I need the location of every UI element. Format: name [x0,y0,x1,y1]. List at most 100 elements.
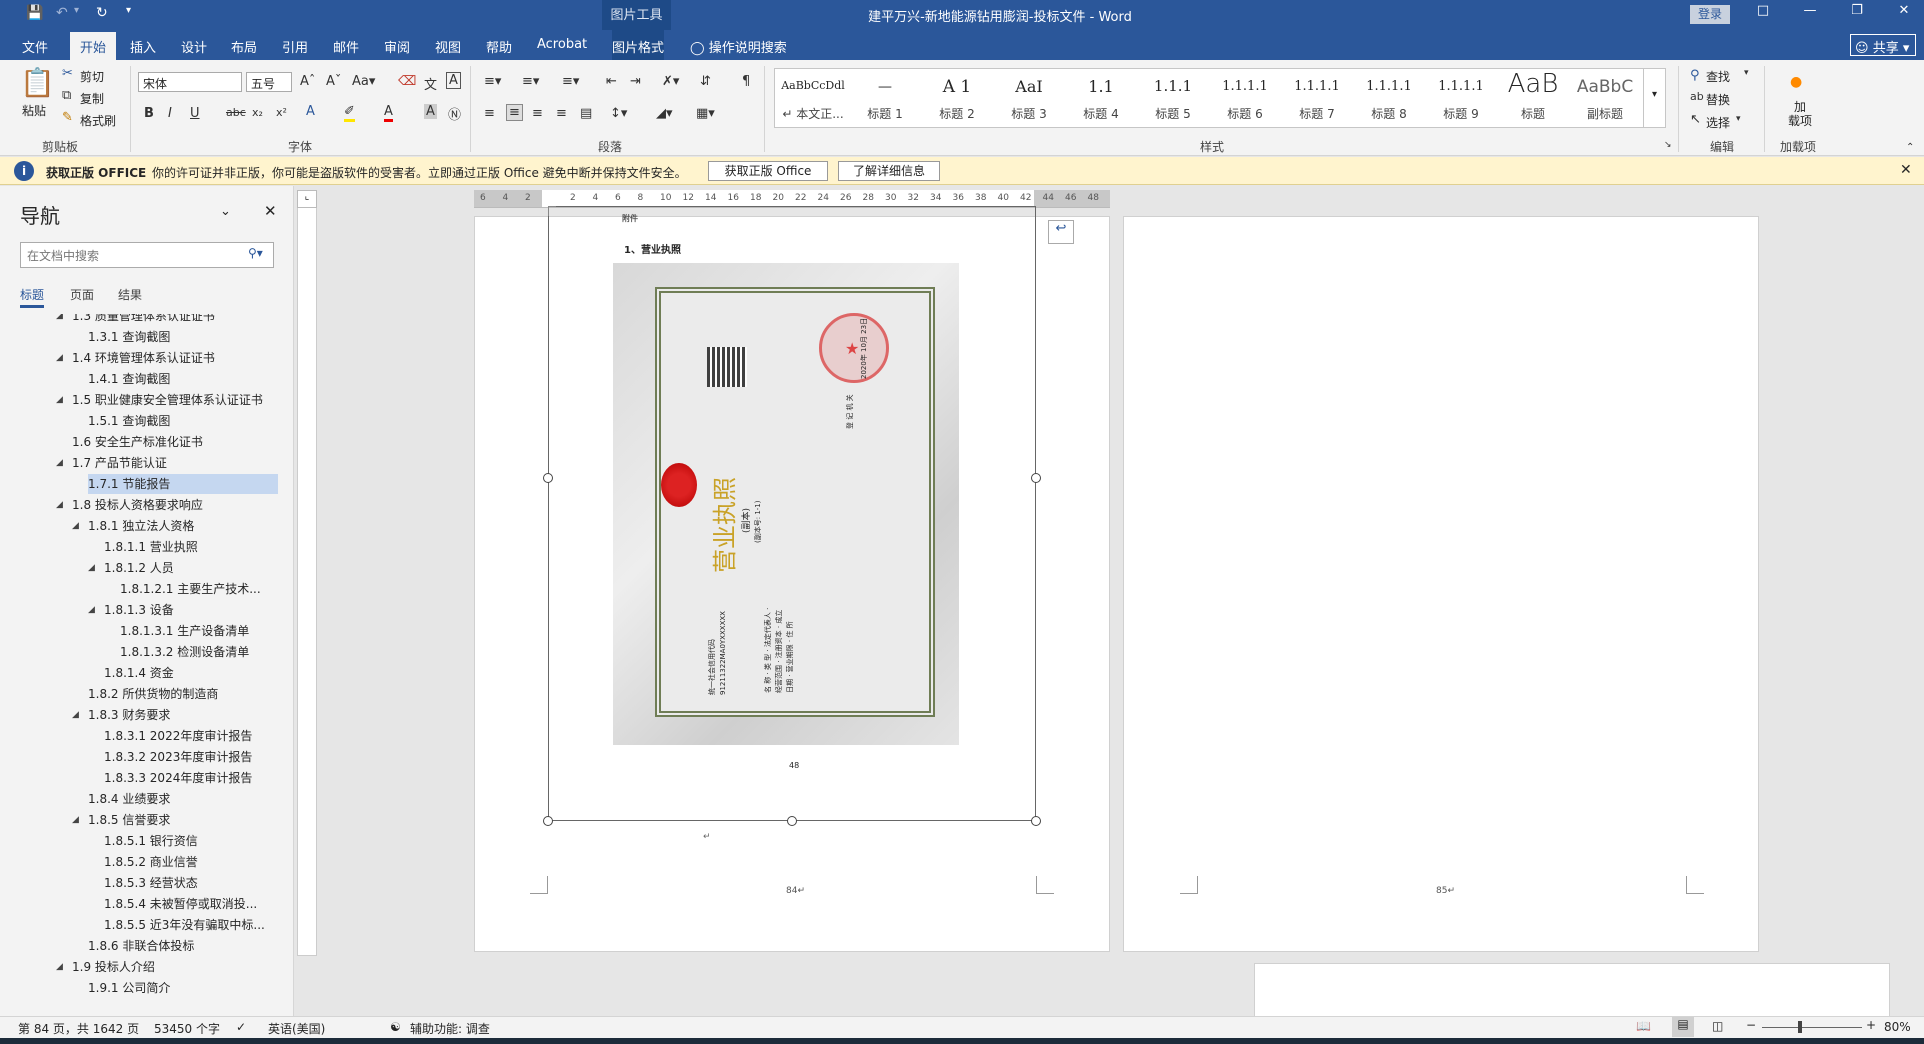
nav-heading-item[interactable]: 1.4.1 查询截图 [88,369,278,389]
tab-layout[interactable]: 布局 [231,37,257,56]
nav-heading-item[interactable]: 1.8.5.1 银行资信 [104,831,278,851]
zoom-slider[interactable] [1762,1027,1862,1028]
tab-view[interactable]: 视图 [435,37,461,56]
style-heading-1[interactable]: — 标题 1 [849,69,921,127]
nav-heading-item[interactable]: 1.9.1 公司简介 [88,978,278,998]
addins-icon[interactable]: ● [1790,74,1802,90]
nav-close-icon[interactable]: ✕ [264,202,277,220]
resize-handle-bottom-left[interactable] [543,816,553,826]
expand-triangle-icon[interactable]: ◢ [72,810,79,830]
nav-heading-item[interactable]: 1.8.5.5 近3年没有骗取中标... [104,915,278,935]
nav-heading-item[interactable]: 1.8.1.4 资金 [104,663,278,683]
tab-acrobat[interactable]: Acrobat [537,37,587,52]
ribbon-display-options-icon[interactable]: □ [1748,3,1778,18]
nav-heading-item[interactable]: ◢ 1.5 职业健康安全管理体系认证证书 [56,390,278,410]
redo-icon[interactable]: ↻ [96,5,108,21]
tab-help[interactable]: 帮助 [486,37,512,56]
nav-heading-item[interactable]: 1.8.6 非联合体投标 [88,936,278,956]
style-heading-8[interactable]: 1.1.1.1 标题 8 [1353,69,1425,127]
nav-heading-item[interactable]: ◢ 1.8.5 信誉要求 [72,810,278,830]
strikethrough-icon[interactable]: abc [226,106,246,119]
select-button[interactable]: 选择 [1706,114,1730,131]
rotate-handle[interactable] [548,206,556,216]
nav-heading-item[interactable]: 1.6 安全生产标准化证书 [72,432,278,452]
style-heading-5[interactable]: 1.1.1 标题 5 [1137,69,1209,127]
style-heading-6[interactable]: 1.1.1.1 标题 6 [1209,69,1281,127]
style-title[interactable]: AaB 标题 [1497,69,1569,127]
nav-options-icon[interactable]: ⌄ [220,204,231,219]
accessibility-status[interactable]: 辅助功能: 调查 [410,1020,490,1037]
close-warning-icon[interactable]: ✕ [1900,162,1912,178]
nav-heading-item[interactable]: 1.8.3.2 2023年度审计报告 [104,747,278,767]
clear-formatting-icon[interactable]: ⌫ [398,74,416,89]
subscript-icon[interactable]: x₂ [252,106,263,119]
nav-search-input[interactable]: 在文档中搜索 [20,242,274,268]
show-marks-icon[interactable]: ¶ [742,74,750,89]
replace-icon[interactable]: ab [1690,90,1704,103]
zoom-level[interactable]: 80% [1884,1020,1911,1034]
nav-heading-item[interactable]: 1.8.1.2.1 主要生产技术... [120,579,278,599]
decrease-indent-icon[interactable]: ⇤ [606,74,617,89]
align-center-icon[interactable]: ≡ [506,104,523,121]
character-shading-icon[interactable]: A [424,104,437,119]
nav-heading-item[interactable]: ◢ 1.3 质量管理体系认证证书 [56,314,278,326]
style-normal[interactable]: AaBbCcDdl ↵ 本文正... [777,69,849,127]
expand-triangle-icon[interactable]: ◢ [56,348,63,368]
proofing-icon[interactable]: ✓ [236,1020,246,1034]
sort-icon[interactable]: ⇵ [700,74,711,89]
tab-review[interactable]: 审阅 [384,37,410,56]
login-button[interactable]: 登录 [1690,5,1730,24]
language-indicator[interactable]: 英语(美国) [268,1020,325,1037]
resize-handle-bottom-right[interactable] [1031,816,1041,826]
font-size-combo[interactable]: 五号 [246,72,292,92]
nav-heading-item[interactable]: 1.7.1 节能报告 [88,474,278,494]
grow-font-icon[interactable]: Aˆ [300,74,315,89]
accessibility-icon[interactable]: ☯ [390,1020,401,1034]
styles-dialog-launcher-icon[interactable]: ↘ [1664,140,1672,150]
distributed-icon[interactable]: ▤ [580,106,592,121]
resize-handle-bottom[interactable] [787,816,797,826]
copy-button[interactable]: 复制 [80,90,104,107]
chinese-layout-icon[interactable]: ✗▾ [662,74,679,89]
replace-button[interactable]: 替换 [1706,91,1730,108]
find-icon[interactable]: ⚲ [1690,68,1700,83]
justify-icon[interactable]: ≡ [556,106,567,121]
search-icon[interactable]: ⚲▾ [248,246,263,260]
resize-handle-left[interactable] [543,473,553,483]
nav-heading-item[interactable]: ◢ 1.8 投标人资格要求响应 [56,495,278,515]
bullets-icon[interactable]: ≡▾ [484,74,501,89]
nav-heading-item[interactable]: ◢ 1.8.3 财务要求 [72,705,278,725]
collapse-ribbon-icon[interactable]: ⌃ [1906,142,1914,153]
nav-tab-pages[interactable]: 页面 [70,286,94,303]
resize-handle-right[interactable] [1031,473,1041,483]
nav-heading-item[interactable]: ◢ 1.8.1.2 人员 [88,558,278,578]
addins-button[interactable]: 加 载项 [1786,100,1814,128]
learn-more-button[interactable]: 了解详细信息 [838,161,940,181]
zoom-in-icon[interactable]: + [1866,1018,1876,1032]
numbering-icon[interactable]: ≡▾ [522,74,539,89]
shrink-font-icon[interactable]: Aˇ [326,74,341,89]
nav-heading-item[interactable]: 1.8.2 所供货物的制造商 [88,684,278,704]
restore-button[interactable]: ❐ [1842,3,1872,18]
bold-icon[interactable]: B [144,106,154,121]
nav-heading-item[interactable]: 1.8.3.1 2022年度审计报告 [104,726,278,746]
tab-picture-format[interactable]: 图片格式 [612,30,665,60]
expand-triangle-icon[interactable]: ◢ [72,705,79,725]
tab-design[interactable]: 设计 [181,37,207,56]
format-painter-button[interactable]: 格式刷 [80,112,116,129]
nav-heading-item[interactable]: 1.8.1.3.1 生产设备清单 [120,621,278,641]
italic-icon[interactable]: I [168,106,172,121]
nav-heading-item[interactable]: 1.5.1 查询截图 [88,411,278,431]
styles-more-button[interactable]: ▾ [1643,69,1665,127]
borders-icon[interactable]: ▦▾ [696,106,715,121]
format-painter-icon[interactable]: ✎ [62,110,73,125]
style-heading-7[interactable]: 1.1.1.1 标题 7 [1281,69,1353,127]
cut-button[interactable]: 剪切 [80,68,104,85]
expand-triangle-icon[interactable]: ◢ [56,390,63,410]
expand-triangle-icon[interactable]: ◢ [56,957,63,977]
style-subtitle[interactable]: AaBbC 副标题 [1569,69,1641,127]
highlight-icon[interactable]: ✐ [344,104,355,122]
tab-file[interactable]: 文件 [22,37,48,56]
share-button[interactable]: ☺ 共享 ▾ [1850,34,1916,56]
multilevel-list-icon[interactable]: ≡▾ [562,74,579,89]
